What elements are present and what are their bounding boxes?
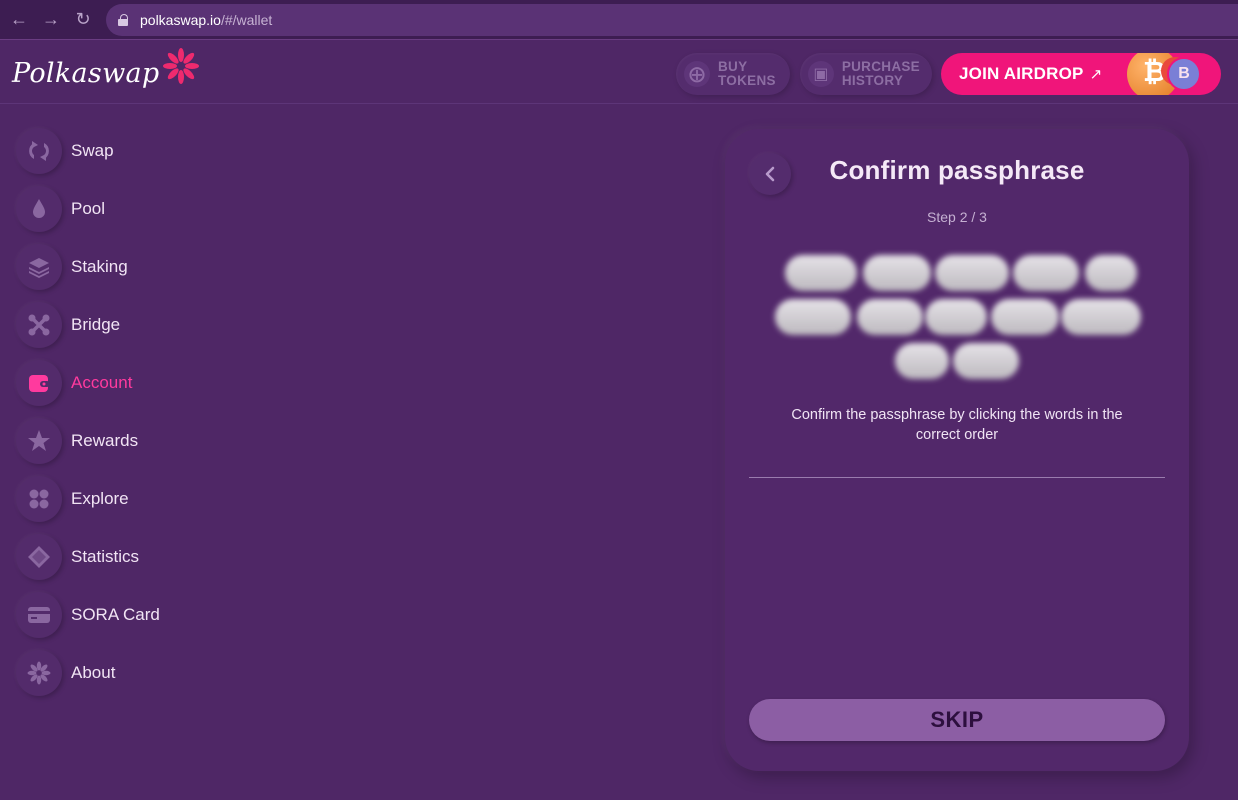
buy-tokens-label-line1: BUY <box>718 59 748 74</box>
sidebar-item-label: SORA Card <box>71 605 160 624</box>
sidebar-item-swap[interactable]: Swap <box>16 122 276 180</box>
swap-icon <box>16 128 62 174</box>
flower-icon <box>16 650 62 696</box>
sidebar-item-label: Pool <box>71 199 106 218</box>
grid-dots-icon <box>16 476 62 522</box>
sidebar-item-rewards[interactable]: Rewards <box>16 412 276 470</box>
join-airdrop-button[interactable]: JOIN AIRDROP ↗ ₿ 天 B <box>941 53 1221 95</box>
purchase-history-label-line2: HISTORY <box>841 73 904 88</box>
passphrase-word[interactable] <box>1013 255 1079 291</box>
lock-icon <box>118 14 128 26</box>
history-receipt-icon: ▣ <box>808 61 834 87</box>
polkaswap-logo[interactable]: Polkaswap <box>12 48 201 97</box>
passphrase-word[interactable] <box>895 343 949 379</box>
purchase-history-label-line1: PURCHASE <box>841 59 920 74</box>
drop-icon <box>16 186 62 232</box>
card-icon <box>16 592 62 638</box>
back-arrow-icon[interactable]: ← <box>6 7 32 33</box>
instructions-text: Confirm the passphrase by clicking the w… <box>791 407 1123 443</box>
sidebar-item-explore[interactable]: Explore <box>16 470 276 528</box>
passphrase-word[interactable] <box>925 299 987 335</box>
star-icon <box>16 418 62 464</box>
sidebar-item-about[interactable]: About <box>16 644 276 702</box>
address-bar[interactable]: polkaswap.io/#/wallet <box>106 4 1238 36</box>
sidebar-item-label: Account <box>71 373 133 392</box>
sidebar-item-account[interactable]: Account <box>16 354 276 412</box>
sidebar-item-label: Explore <box>71 489 129 508</box>
url-path: /#/wallet <box>220 12 273 28</box>
app-header: Polkaswap ⨁ BUY TOKENS ▣ PURCHASE HISTOR… <box>0 41 1238 104</box>
passphrase-word[interactable] <box>1061 299 1141 335</box>
sidebar-item-label: About <box>71 663 116 682</box>
sidebar-item-staking[interactable]: Staking <box>16 238 276 296</box>
skip-button-label: SKIP <box>930 707 984 732</box>
passphrase-word[interactable] <box>857 299 923 335</box>
passphrase-word[interactable] <box>991 299 1059 335</box>
diamond-icon <box>16 534 62 580</box>
page-title: Confirm passphrase <box>829 155 1085 185</box>
passphrase-word[interactable] <box>1085 255 1137 291</box>
passphrase-word[interactable] <box>775 299 851 335</box>
passphrase-word[interactable] <box>785 255 857 291</box>
sidebar-item-sora-card[interactable]: SORA Card <box>16 586 276 644</box>
purchase-history-button[interactable]: ▣ PURCHASE HISTORY <box>800 53 932 95</box>
bridge-icon <box>16 302 62 348</box>
layers-icon <box>16 244 62 290</box>
buy-tokens-button[interactable]: ⨁ BUY TOKENS <box>676 53 790 95</box>
url-host: polkaswap.io <box>140 12 221 28</box>
external-arrow-icon: ↗ <box>1089 66 1103 83</box>
skip-button[interactable]: SKIP <box>749 699 1165 741</box>
logo-text: Polkaswap <box>12 57 160 89</box>
passphrase-words <box>769 255 1145 385</box>
passphrase-word[interactable] <box>863 255 931 291</box>
buy-tokens-icon: ⨁ <box>684 61 710 87</box>
sidebar-item-pool[interactable]: Pool <box>16 180 276 238</box>
reload-icon[interactable]: ↻ <box>70 7 96 33</box>
step-indicator: Step 2 / 3 <box>927 209 987 225</box>
sidebar-nav: Swap Pool Staking Bridge Account Rewards <box>16 122 276 702</box>
confirm-passphrase-card: Confirm passphrase Step 2 / 3 Confirm th… <box>725 129 1189 771</box>
sidebar-item-bridge[interactable]: Bridge <box>16 296 276 354</box>
buy-tokens-label-line2: TOKENS <box>718 73 776 88</box>
join-airdrop-label: JOIN AIRDROP <box>959 64 1084 83</box>
coin-badge-secondary: B <box>1167 57 1201 91</box>
wallet-icon <box>16 360 62 406</box>
sidebar-item-label: Statistics <box>71 547 140 566</box>
sidebar-item-label: Bridge <box>71 315 121 334</box>
sidebar-item-label: Staking <box>71 257 128 276</box>
passphrase-word[interactable] <box>953 343 1019 379</box>
logo-flower-icon <box>163 48 200 84</box>
sidebar-item-label: Swap <box>71 141 114 160</box>
passphrase-word[interactable] <box>935 255 1009 291</box>
divider <box>749 477 1165 478</box>
browser-toolbar: ← → ↻ polkaswap.io/#/wallet <box>0 0 1238 40</box>
forward-arrow-icon[interactable]: → <box>38 7 64 33</box>
sidebar-item-label: Rewards <box>71 431 139 450</box>
sidebar-item-statistics[interactable]: Statistics <box>16 528 276 586</box>
